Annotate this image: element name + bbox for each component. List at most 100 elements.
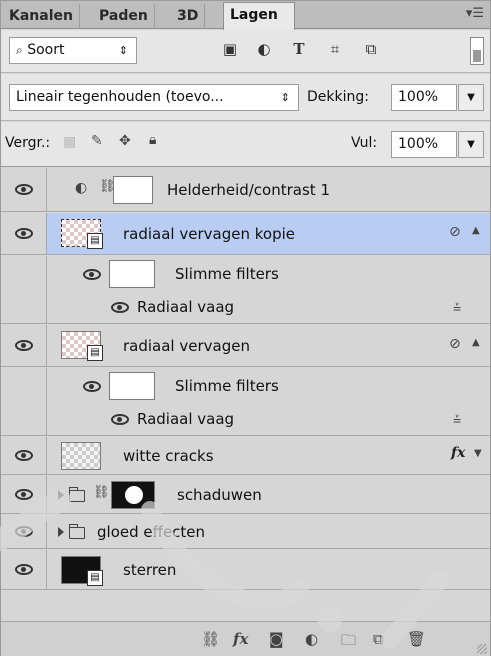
layer-row[interactable]: ◐ ⛓ Helderheid/contrast 1 bbox=[1, 168, 490, 212]
eye-icon[interactable] bbox=[111, 414, 129, 425]
new-group-icon[interactable]: 🗀︎ bbox=[341, 630, 356, 655]
layer-group-row[interactable]: ⛓ schaduwen bbox=[1, 476, 490, 514]
lock-row: Vergr.: ▩ ✎ ✥ 🔒︎ Vul: 100% ▼ bbox=[1, 122, 490, 167]
visibility-toggle[interactable] bbox=[1, 168, 47, 211]
eye-icon[interactable] bbox=[83, 381, 101, 392]
smart-filters-row[interactable]: Slimme filters bbox=[1, 256, 490, 293]
updown-arrow-icon: ⇕ bbox=[280, 91, 290, 104]
smart-object-icon: ▤ bbox=[87, 570, 103, 586]
visibility-toggle[interactable] bbox=[1, 476, 47, 513]
lock-transparent-pixels-icon[interactable]: ▩ bbox=[63, 134, 76, 150]
expand-triangle-icon[interactable] bbox=[58, 527, 64, 537]
visibility-toggle[interactable] bbox=[1, 213, 47, 254]
fill-label: Vul: bbox=[351, 135, 378, 151]
visibility-toggle[interactable] bbox=[1, 325, 47, 366]
panel-menu-icon[interactable]: ▾☰ bbox=[466, 6, 484, 21]
filter-blending-options-icon[interactable]: ⩮ bbox=[453, 300, 461, 316]
visibility-toggle[interactable] bbox=[1, 437, 47, 474]
folder-icon bbox=[69, 487, 85, 502]
eye-icon[interactable] bbox=[83, 269, 101, 280]
layer-effects-icon[interactable]: fx bbox=[451, 445, 465, 461]
group-mask-thumbnail[interactable] bbox=[111, 481, 155, 509]
eye-column bbox=[1, 256, 47, 293]
mask-shape bbox=[125, 486, 143, 504]
new-layer-icon[interactable]: ⧉ bbox=[373, 630, 384, 648]
fill-input[interactable]: 100% bbox=[391, 131, 457, 158]
filter-row: ⌕ Soort ⇕ ▣ ◐ T ⌗ ⧉ bbox=[1, 30, 490, 73]
opacity-dropdown-icon[interactable]: ▼ bbox=[458, 84, 484, 111]
lock-label: Vergr.: bbox=[5, 135, 51, 151]
layer-row[interactable]: ▤ sterren bbox=[1, 550, 490, 590]
visibility-toggle[interactable] bbox=[1, 550, 47, 589]
filter-row[interactable]: Radiaal vaag ⩮ bbox=[1, 405, 490, 436]
tab-lagen[interactable]: Lagen bbox=[223, 2, 295, 30]
tab-paden[interactable]: Paden bbox=[93, 4, 155, 29]
layer-name: radiaal vervagen kopie bbox=[123, 225, 295, 243]
smart-filters-row[interactable]: Slimme filters bbox=[1, 368, 490, 405]
fill-dropdown-icon[interactable]: ▼ bbox=[458, 131, 484, 158]
adjustment-icon: ◐ bbox=[75, 180, 88, 196]
eye-column bbox=[1, 405, 47, 435]
filter-toggle-switch[interactable] bbox=[470, 37, 484, 65]
eye-icon bbox=[15, 340, 33, 351]
layer-row[interactable]: ▤ radiaal vervagen ⊘ ▲ bbox=[1, 325, 490, 367]
layer-row-selected[interactable]: ▤ radiaal vervagen kopie ⊘ ▲ bbox=[1, 213, 490, 255]
collapse-arrow-icon[interactable]: ▲ bbox=[472, 225, 480, 236]
eye-icon bbox=[15, 526, 33, 537]
resize-grip-icon[interactable] bbox=[477, 644, 487, 654]
add-mask-icon[interactable]: ◙ bbox=[269, 630, 284, 648]
new-adjustment-layer-icon[interactable]: ◐ bbox=[305, 630, 318, 648]
eye-icon bbox=[15, 450, 33, 461]
smart-filters-label: Slimme filters bbox=[175, 265, 279, 283]
link-icon: ⛓ bbox=[93, 485, 110, 500]
eye-icon bbox=[15, 564, 33, 575]
filter-row[interactable]: Radiaal vaag ⩮ bbox=[1, 293, 490, 324]
lock-all-icon[interactable]: 🔒︎ bbox=[149, 132, 156, 148]
layer-thumbnail[interactable] bbox=[61, 442, 101, 470]
lock-position-icon[interactable]: ✥ bbox=[119, 133, 131, 149]
layer-row[interactable]: witte cracks fx ▼ bbox=[1, 437, 490, 475]
type-layer-filter-icon[interactable]: T bbox=[288, 38, 310, 60]
tab-kanalen[interactable]: Kanalen bbox=[3, 4, 80, 29]
adjustment-layer-filter-icon[interactable]: ◐ bbox=[253, 38, 275, 60]
layer-name: Helderheid/contrast 1 bbox=[167, 181, 330, 199]
opacity-input[interactable]: 100% bbox=[391, 84, 457, 111]
filter-mask-thumbnail[interactable] bbox=[109, 260, 155, 288]
filter-kind-select[interactable]: ⌕ Soort ⇕ bbox=[9, 37, 137, 64]
smart-object-filter-icon[interactable]: ⧉ bbox=[360, 38, 382, 60]
layer-name: schaduwen bbox=[177, 486, 262, 504]
opacity-label: Dekking: bbox=[307, 89, 369, 105]
lock-image-pixels-icon[interactable]: ✎ bbox=[91, 133, 103, 149]
folder-icon bbox=[69, 524, 85, 539]
collapse-arrow-icon[interactable]: ▲ bbox=[472, 337, 480, 348]
layer-mask-thumbnail[interactable] bbox=[113, 176, 153, 204]
layer-name: gloed effecten bbox=[97, 523, 206, 541]
bottom-toolbar: ⛓ fx ◙ ◐ 🗀︎ ⧉ 🗑︎ bbox=[1, 621, 490, 656]
layer-name: sterren bbox=[123, 561, 177, 579]
tab-3d[interactable]: 3D bbox=[171, 4, 206, 29]
eye-column bbox=[1, 368, 47, 405]
filter-mask-thumbnail[interactable] bbox=[109, 372, 155, 400]
layers-panel: Kanalen Paden 3D Lagen ▾☰ ⌕ Soort ⇕ ▣ ◐ … bbox=[0, 0, 491, 656]
smart-object-icon: ▤ bbox=[87, 233, 103, 249]
shape-layer-filter-icon[interactable]: ⌗ bbox=[324, 38, 346, 60]
smart-filter-icon[interactable]: ⊘ bbox=[449, 224, 461, 240]
filter-blending-options-icon[interactable]: ⩮ bbox=[453, 412, 461, 428]
layer-list: ◐ ⛓ Helderheid/contrast 1 ▤ radiaal verv… bbox=[1, 168, 490, 590]
add-layer-style-icon[interactable]: fx bbox=[233, 630, 248, 648]
eye-icon[interactable] bbox=[111, 302, 129, 313]
pixel-layer-filter-icon[interactable]: ▣ bbox=[219, 38, 241, 60]
smart-filter-icon[interactable]: ⊘ bbox=[449, 336, 461, 352]
visibility-toggle[interactable] bbox=[1, 515, 47, 548]
eye-icon bbox=[15, 489, 33, 500]
eye-column bbox=[1, 293, 47, 323]
layer-group-row[interactable]: gloed effecten bbox=[1, 515, 490, 549]
delete-layer-icon[interactable]: 🗑︎ bbox=[407, 630, 426, 648]
layer-name: witte cracks bbox=[123, 447, 214, 465]
blend-mode-select[interactable]: Lineair tegenhouden (toevo... ⇕ bbox=[9, 84, 299, 111]
expand-triangle-icon[interactable] bbox=[58, 490, 64, 500]
expand-arrow-icon[interactable]: ▼ bbox=[474, 448, 482, 459]
link-layers-icon[interactable]: ⛓ bbox=[201, 630, 220, 648]
blend-mode-value: Lineair tegenhouden (toevo... bbox=[16, 89, 224, 105]
updown-arrow-icon: ⇕ bbox=[118, 44, 128, 57]
